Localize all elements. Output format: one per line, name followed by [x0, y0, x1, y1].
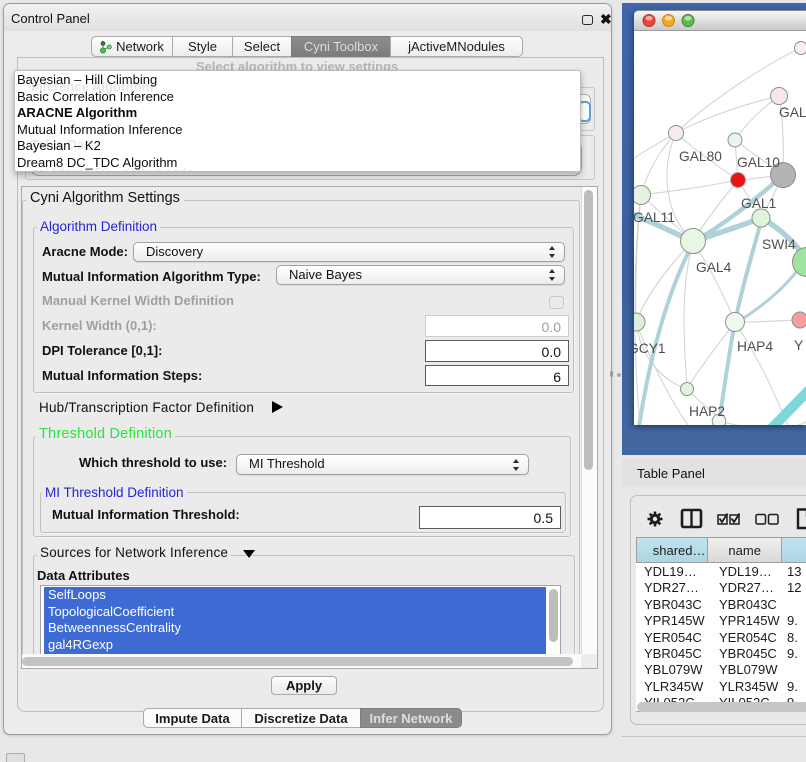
svg-text:GAL1: GAL1 — [741, 196, 776, 211]
svg-text:HAP4: HAP4 — [737, 339, 773, 354]
svg-text:Y: Y — [794, 338, 803, 353]
svg-text:GAL7: GAL7 — [779, 105, 806, 120]
svg-text:GCY1: GCY1 — [634, 341, 666, 356]
svg-text:GAL10: GAL10 — [737, 155, 780, 170]
svg-text:HAP2: HAP2 — [689, 404, 725, 419]
svg-text:SWI4: SWI4 — [762, 237, 796, 252]
svg-text:GAL80: GAL80 — [679, 149, 722, 164]
svg-text:GAL4: GAL4 — [696, 260, 732, 275]
svg-text:GAL11: GAL11 — [634, 210, 675, 225]
